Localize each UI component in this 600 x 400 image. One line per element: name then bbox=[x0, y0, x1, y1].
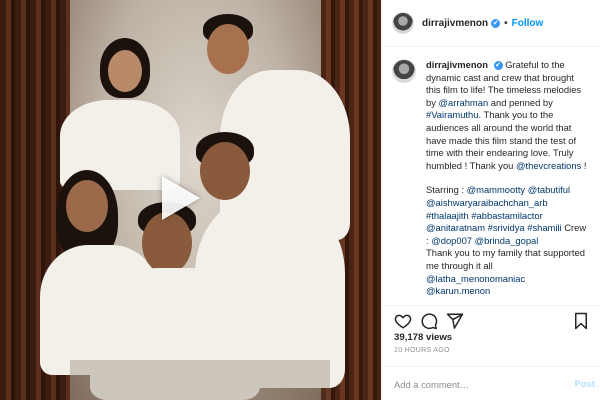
comment-input[interactable] bbox=[394, 376, 564, 392]
caption-verified-badge-icon: ✔ bbox=[493, 61, 503, 70]
comments-area[interactable]: dirrajivmenon ✔ Grateful to the dynamic … bbox=[382, 47, 600, 305]
add-comment-bar: Post bbox=[382, 366, 600, 400]
follow-button[interactable]: Follow bbox=[512, 18, 544, 29]
share-icon[interactable] bbox=[446, 312, 464, 330]
starring-paragraph: Starring : @mammootty @tabutiful @aishwa… bbox=[426, 184, 591, 297]
caption-body: dirrajivmenon ✔ Grateful to the dynamic … bbox=[426, 59, 591, 298]
header-username[interactable]: dirrajivmenon bbox=[422, 18, 488, 29]
hashtag-vairamuthu[interactable]: #Vairamuthu bbox=[426, 109, 478, 120]
instagram-post-window: dirrajivmenon ✔ • Follow dirrajivmenon ✔… bbox=[0, 0, 600, 400]
mention-thevcreations[interactable]: @thevcreations bbox=[516, 160, 581, 171]
caption-text-tail: ! bbox=[581, 159, 587, 171]
caption-username[interactable]: dirrajivmenon bbox=[426, 59, 488, 70]
verified-badge-icon: ✔ bbox=[491, 18, 501, 28]
views-count[interactable]: 39,178 views bbox=[394, 332, 452, 343]
avatar[interactable] bbox=[392, 12, 414, 34]
post-side-panel: dirrajivmenon ✔ • Follow dirrajivmenon ✔… bbox=[381, 0, 600, 400]
post-video[interactable] bbox=[0, 0, 381, 400]
play-icon[interactable] bbox=[162, 176, 206, 220]
caption-text-mid: and penned by bbox=[488, 96, 553, 108]
comment-icon[interactable] bbox=[420, 312, 438, 330]
starring-label: Starring : bbox=[426, 184, 467, 196]
mention-arrahman[interactable]: @arrahman bbox=[439, 97, 489, 108]
bookmark-icon[interactable] bbox=[572, 312, 590, 330]
caption-avatar[interactable] bbox=[392, 59, 416, 83]
floor-shadow bbox=[70, 360, 330, 400]
family-text: Thank you to my family that supported me… bbox=[426, 247, 585, 271]
crew-mentions[interactable]: @dop007 @brinda_gopal bbox=[431, 235, 538, 246]
action-bar bbox=[382, 305, 600, 335]
header-separator: • bbox=[504, 17, 508, 29]
post-header: dirrajivmenon ✔ • Follow bbox=[382, 0, 600, 47]
caption: dirrajivmenon ✔ Grateful to the dynamic … bbox=[392, 59, 591, 298]
heart-icon[interactable] bbox=[394, 312, 412, 330]
family-mentions[interactable]: @latha_menonomaniac @karun.menon bbox=[426, 273, 525, 297]
post-comment-button[interactable]: Post bbox=[575, 378, 595, 389]
post-timestamp[interactable]: 10 HOURS AGO bbox=[394, 347, 450, 354]
